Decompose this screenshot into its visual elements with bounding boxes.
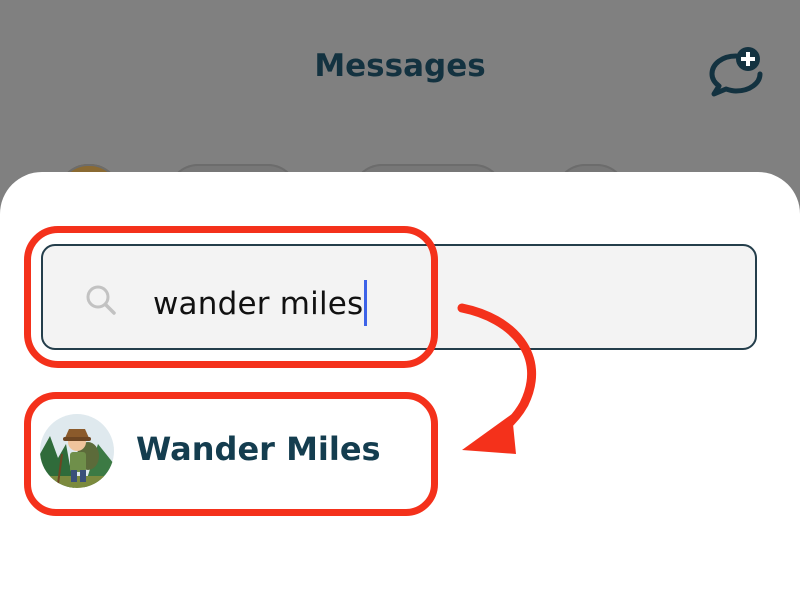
page-title: Messages [314,48,486,84]
header: Messages [0,0,800,150]
highlight-search [24,226,438,368]
highlight-result [24,392,438,516]
chat-bubble-plus-icon [709,47,763,97]
new-message-button[interactable] [706,46,764,98]
